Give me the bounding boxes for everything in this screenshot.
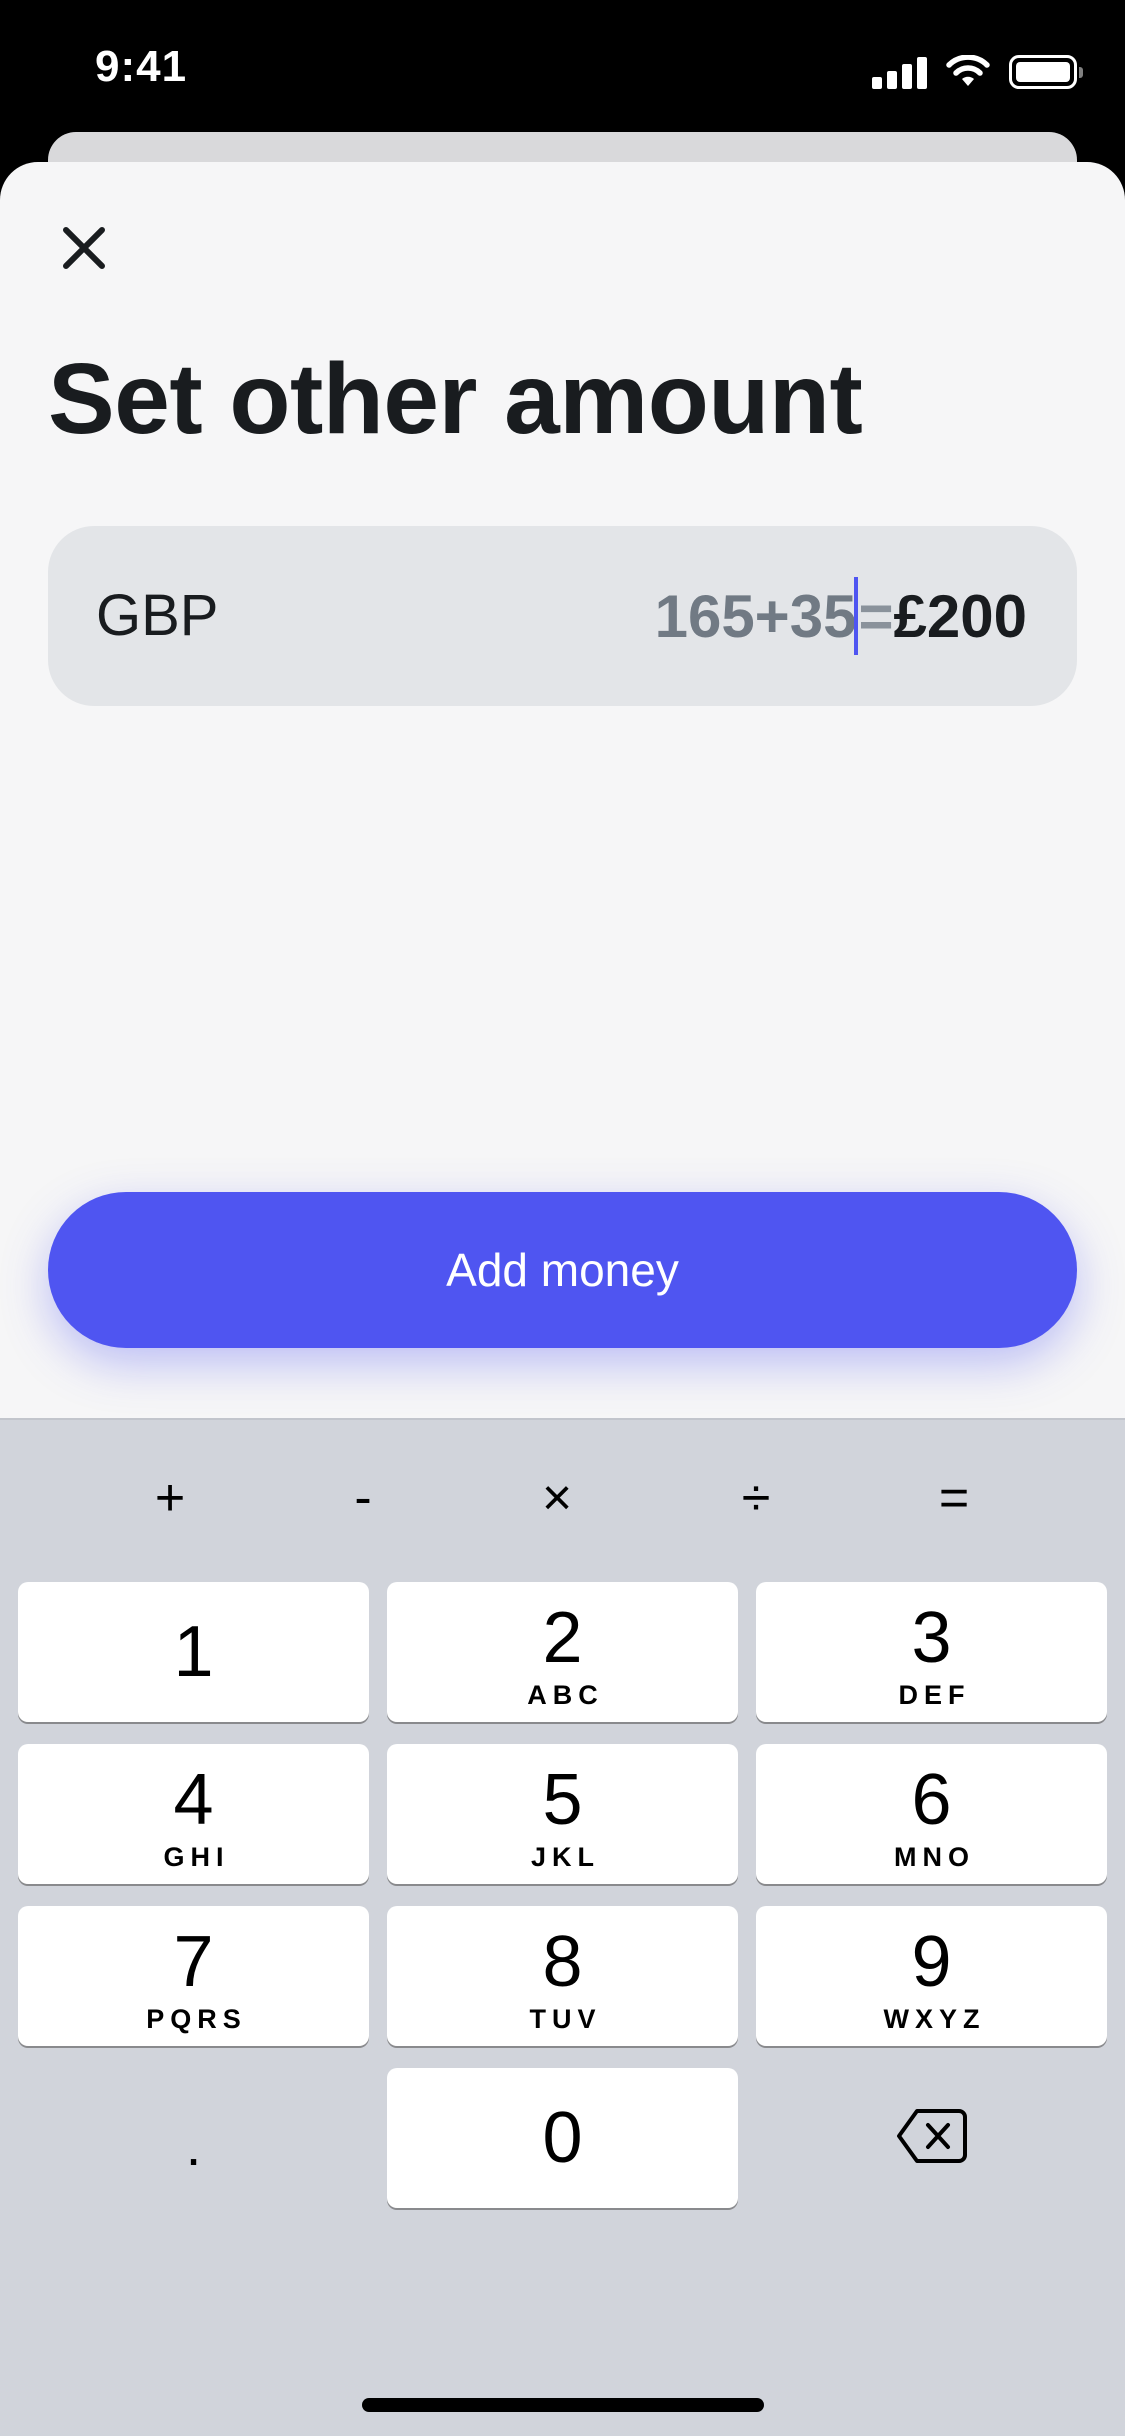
operator-row: + - × ÷ = bbox=[0, 1420, 1125, 1580]
backspace-icon bbox=[896, 2109, 967, 2163]
key-letters: MNO bbox=[894, 1842, 975, 1872]
minus-key[interactable]: - bbox=[318, 1458, 408, 1538]
multiply-key[interactable]: × bbox=[512, 1458, 602, 1538]
close-button[interactable] bbox=[50, 214, 118, 282]
key-digit: 3 bbox=[911, 1598, 952, 1678]
amount-expression: 165+35 bbox=[654, 582, 857, 650]
key-digit: 2 bbox=[542, 1598, 583, 1678]
plus-key[interactable]: + bbox=[125, 1458, 215, 1538]
amount-display: 165+35 = £200 bbox=[655, 526, 1027, 706]
equals-key[interactable]: = bbox=[909, 1458, 999, 1538]
page-title: Set other amount bbox=[48, 343, 863, 455]
key-digit: 1 bbox=[173, 1612, 214, 1692]
amount-sheet: Set other amount GBP 165+35 = £200 Add m… bbox=[0, 162, 1125, 1418]
key-letters: GHI bbox=[163, 1842, 230, 1872]
key-letters: ABC bbox=[527, 1680, 604, 1710]
key-letters: TUV bbox=[529, 2004, 602, 2034]
key-digit: 0 bbox=[542, 2098, 583, 2178]
status-bar: 9:41 bbox=[0, 0, 1125, 140]
key-0[interactable]: 0 bbox=[387, 2068, 738, 2208]
key-digit: 9 bbox=[911, 1922, 952, 2002]
amount-field[interactable]: GBP 165+35 = £200 bbox=[48, 526, 1077, 706]
key-4[interactable]: 4 GHI bbox=[18, 1744, 369, 1884]
wifi-icon bbox=[946, 55, 990, 86]
currency-label: GBP bbox=[96, 583, 219, 648]
equals-sign: = bbox=[858, 582, 894, 650]
divide-key[interactable]: ÷ bbox=[711, 1458, 801, 1538]
key-letters: PQRS bbox=[146, 2004, 247, 2034]
home-indicator bbox=[362, 2398, 764, 2412]
key-digit: 8 bbox=[542, 1922, 583, 2002]
key-7[interactable]: 7 PQRS bbox=[18, 1906, 369, 2046]
key-digit: 4 bbox=[173, 1760, 214, 1840]
battery-icon bbox=[1009, 55, 1083, 89]
key-letters: WXYZ bbox=[883, 2004, 986, 2034]
numeric-keyboard: + - × ÷ = 1 2 ABC 3 DEF 4 GHI 5 JKL 6 MN… bbox=[0, 1418, 1125, 2436]
delete-key[interactable] bbox=[756, 2066, 1107, 2206]
status-time: 9:41 bbox=[95, 42, 188, 91]
key-letters: DEF bbox=[898, 1680, 971, 1710]
key-3[interactable]: 3 DEF bbox=[756, 1582, 1107, 1722]
key-1[interactable]: 1 bbox=[18, 1582, 369, 1722]
status-icons bbox=[872, 52, 1083, 92]
key-letters: JKL bbox=[530, 1842, 600, 1872]
key-digit: 7 bbox=[173, 1922, 214, 2002]
close-icon bbox=[63, 227, 105, 269]
key-2[interactable]: 2 ABC bbox=[387, 1582, 738, 1722]
key-digit: 6 bbox=[911, 1760, 952, 1840]
signal-icon bbox=[872, 55, 927, 89]
key-8[interactable]: 8 TUV bbox=[387, 1906, 738, 2046]
key-9[interactable]: 9 WXYZ bbox=[756, 1906, 1107, 2046]
decimal-key[interactable]: . bbox=[18, 2066, 369, 2206]
key-5[interactable]: 5 JKL bbox=[387, 1744, 738, 1884]
add-money-button[interactable]: Add money bbox=[48, 1192, 1077, 1348]
key-digit: 5 bbox=[542, 1760, 583, 1840]
key-6[interactable]: 6 MNO bbox=[756, 1744, 1107, 1884]
amount-result: £200 bbox=[893, 582, 1027, 650]
